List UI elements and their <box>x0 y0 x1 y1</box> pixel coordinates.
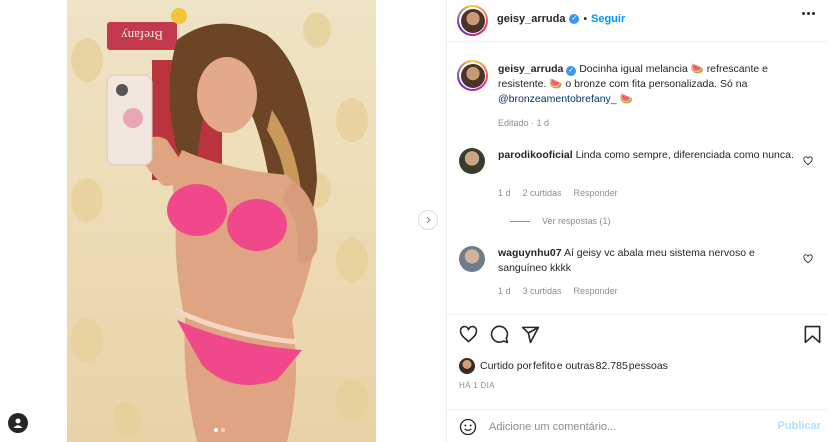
comment-likes-link[interactable]: 3 curtidas <box>523 286 562 296</box>
caption: geisy_arruda ✓ Docinha igual melancia 🍉 … <box>457 60 817 140</box>
caption-mention[interactable]: @bronzeamentobrefany_ <box>498 93 617 105</box>
follow-button[interactable]: Seguir <box>591 13 625 25</box>
header-user-row: geisy_arruda ✓ • Seguir <box>497 13 625 25</box>
comment-text: Linda como sempre, diferenciada como nun… <box>575 149 794 161</box>
more-options-icon[interactable] <box>802 12 815 15</box>
emoji-icon[interactable] <box>459 418 477 436</box>
post-panel: geisy_arruda ✓ • Seguir geisy_arruda ✓ D… <box>446 0 828 442</box>
post-timestamp[interactable]: HÁ 1 DIA <box>459 381 495 390</box>
caption-body: geisy_arruda ✓ Docinha igual melancia 🍉 … <box>498 62 798 107</box>
comment-likes-link[interactable]: 2 curtidas <box>523 188 562 198</box>
carousel-dots <box>214 428 225 432</box>
comment-body: waguynhu07 Aí geisy vc abala meu sistema… <box>498 246 798 276</box>
likes-unit: pessoas <box>628 360 668 372</box>
separator-dot: • <box>583 13 587 25</box>
comment-bar: Publicar <box>447 409 828 442</box>
caption-avatar[interactable] <box>457 60 488 91</box>
next-arrow-icon <box>426 216 431 224</box>
likes-summary: Curtido por fefito e outras 82.785 pesso… <box>459 358 668 374</box>
comment-icon[interactable] <box>490 325 509 344</box>
like-icon[interactable] <box>459 325 478 344</box>
view-replies-label: Ver respostas (1) <box>542 216 611 226</box>
share-icon[interactable] <box>521 325 540 344</box>
caption-tail: 🍉 <box>616 93 633 105</box>
post-header: geisy_arruda ✓ • Seguir <box>447 0 828 42</box>
post-photo[interactable]: Brefany <box>67 0 376 442</box>
comment-username[interactable]: waguynhu07 <box>498 247 562 259</box>
save-icon[interactable] <box>804 325 821 344</box>
profile-button[interactable] <box>8 413 28 433</box>
view-replies-button[interactable]: Ver respostas (1) <box>510 216 611 226</box>
instagram-post-view: Brefany geisy_arruda ✓ • Seguir geisy_ar… <box>0 0 828 442</box>
author-avatar[interactable] <box>457 5 488 36</box>
comment-avatar[interactable] <box>459 246 485 272</box>
comment-time: 1 d <box>498 286 511 296</box>
replies-line <box>510 220 530 222</box>
caption-meta: Editado · 1 d <box>498 118 549 128</box>
liker-avatar[interactable] <box>459 358 475 374</box>
comment-meta: 1 d 3 curtidas Responder <box>498 286 618 296</box>
likes-prefix: Curtido por <box>480 360 532 372</box>
publish-button[interactable]: Publicar <box>778 420 821 432</box>
carousel-dot-active <box>214 428 218 432</box>
comment-item: parodikooficial Linda como sempre, difer… <box>457 146 817 236</box>
brefany-sign-text: Brefany <box>121 28 163 43</box>
caption-meta-text: Editado · 1 d <box>498 118 550 128</box>
next-arrow-button[interactable] <box>418 210 438 230</box>
media-area: Brefany <box>0 0 446 442</box>
comment-avatar[interactable] <box>459 148 485 174</box>
post-actions: Curtido por fefito e outras 82.785 pesso… <box>447 314 828 442</box>
comments-list: geisy_arruda ✓ Docinha igual melancia 🍉 … <box>447 42 828 314</box>
author-username[interactable]: geisy_arruda <box>497 13 565 25</box>
carousel-dot <box>221 428 225 432</box>
comment-item: waguynhu07 Aí geisy vc abala meu sistema… <box>457 244 817 314</box>
comment-time: 1 d <box>498 188 511 198</box>
liker-username[interactable]: fefito <box>533 360 556 372</box>
post-photo-illustration: Brefany <box>71 8 368 442</box>
small-heart-icon[interactable] <box>803 254 813 264</box>
comment-meta: 1 d 2 curtidas Responder <box>498 188 618 198</box>
comment-input[interactable] <box>489 417 759 437</box>
reply-button[interactable]: Responder <box>574 188 618 198</box>
reply-button[interactable]: Responder <box>574 286 618 296</box>
profile-icon <box>13 418 23 428</box>
verified-badge-icon: ✓ <box>569 14 580 24</box>
comment-username[interactable]: parodikooficial <box>498 149 573 161</box>
small-heart-icon[interactable] <box>803 156 813 166</box>
likes-suffix: e outras <box>556 360 595 372</box>
likes-count[interactable]: 82.785 <box>596 360 628 372</box>
caption-username[interactable]: geisy_arruda <box>498 63 563 75</box>
comment-body: parodikooficial Linda como sempre, difer… <box>498 148 798 163</box>
caption-verified-badge-icon: ✓ <box>566 66 577 76</box>
